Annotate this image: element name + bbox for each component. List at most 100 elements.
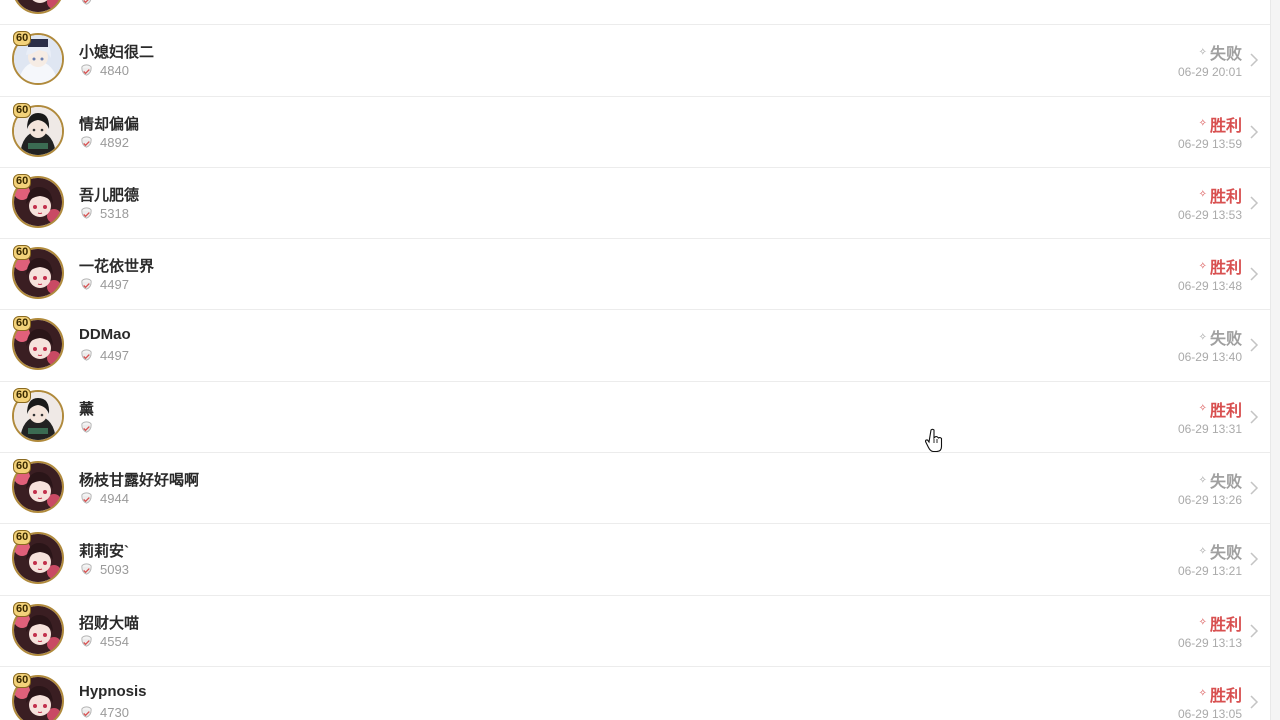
opponent-score: 4497 xyxy=(79,277,129,292)
match-list: 60 ✧ 60 小媳妇很二 4840 xyxy=(0,0,1271,720)
match-result: ✧ 胜利 xyxy=(1199,397,1242,421)
chevron-right-icon[interactable] xyxy=(1249,195,1259,211)
score-value: 4730 xyxy=(100,704,129,720)
match-row[interactable]: 60 薰 ✧ 胜利 06-29 13:31 xyxy=(0,382,1271,454)
trophy-cup-icon xyxy=(81,421,92,433)
diamond-icon: ✧ xyxy=(1198,331,1207,343)
result-label: 失败 xyxy=(1209,474,1242,492)
match-result: ✧ 胜利 xyxy=(1199,112,1242,136)
match-row[interactable]: 60 情却偏偏 4892 ✧ 胜利 06-29 13:59 xyxy=(0,97,1271,168)
trophy-cup-icon xyxy=(81,563,92,576)
opponent-name: 小媳妇很二 xyxy=(79,44,155,62)
chevron-right-icon[interactable] xyxy=(1249,337,1259,353)
match-row[interactable]: 60 一花依世界 4497 ✧ 胜利 06-29 13:48 xyxy=(0,239,1271,311)
match-result: ✧ 胜利 xyxy=(1199,183,1242,207)
match-time: 06-29 13:05 xyxy=(1177,706,1242,720)
result-label: 胜利 xyxy=(1209,402,1242,420)
trophy-cup-icon xyxy=(81,136,92,148)
match-result: ✧ 胜利 xyxy=(1199,254,1242,278)
trophy-cup-icon xyxy=(81,64,92,76)
score-value: 4944 xyxy=(100,491,129,507)
match-time: 06-29 13:53 xyxy=(1177,207,1242,222)
diamond-icon: ✧ xyxy=(1198,688,1207,700)
diamond-icon: ✧ xyxy=(1198,46,1207,58)
opponent-name: 莉莉安` xyxy=(79,543,129,561)
opponent-name: DDMao xyxy=(79,326,131,344)
diamond-icon: ✧ xyxy=(1198,189,1207,201)
diamond-icon: ✧ xyxy=(1198,545,1207,557)
diamond-icon: ✧ xyxy=(1198,474,1207,486)
chevron-right-icon[interactable] xyxy=(1249,480,1259,496)
match-row[interactable]: 60 Hypnosis 4730 ✧ 胜利 06-29 13:05 xyxy=(0,667,1271,720)
trophy-cup-icon xyxy=(81,0,92,5)
match-time: 06-29 13:21 xyxy=(1177,564,1242,579)
opponent-name: 一花依世界 xyxy=(79,258,155,276)
opponent-score: 4554 xyxy=(79,634,129,649)
match-result: ✧ 胜利 xyxy=(1199,682,1242,706)
match-row[interactable]: 60 莉莉安` 5093 ✧ 失败 06-29 13:21 xyxy=(0,524,1271,596)
match-row[interactable]: 60 招财大喵 4554 ✧ 胜利 06-29 13:13 xyxy=(0,596,1271,667)
level-badge: 60 xyxy=(13,31,32,47)
match-result: ✧ 失败 xyxy=(1199,468,1242,492)
level-badge: 60 xyxy=(13,387,32,403)
match-time: 06-29 20:01 xyxy=(1177,65,1242,80)
match-time: 06-29 13:48 xyxy=(1177,279,1242,294)
match-row[interactable]: 60 杨枝甘露好好喝啊 4944 ✧ 失败 06-29 13:26 xyxy=(0,453,1271,525)
level-badge: 60 xyxy=(13,601,32,617)
trophy-cup-icon xyxy=(81,635,92,647)
trophy-cup-icon xyxy=(81,706,92,718)
trophy-cup-icon xyxy=(81,349,92,362)
opponent-score: 4892 xyxy=(79,135,129,150)
score-value: 4554 xyxy=(100,633,129,649)
opponent-score: 4944 xyxy=(79,491,129,506)
opponent-name: 招财大喵 xyxy=(79,614,140,632)
scrollbar[interactable] xyxy=(1270,0,1280,720)
level-badge: 60 xyxy=(13,173,32,189)
diamond-icon: ✧ xyxy=(1198,260,1207,272)
score-value: 5093 xyxy=(100,562,129,578)
level-badge: 60 xyxy=(13,102,32,118)
match-row[interactable]: 60 吾儿肥德 5318 ✧ 胜利 06-29 13:53 xyxy=(0,168,1271,240)
chevron-right-icon[interactable] xyxy=(1249,409,1259,425)
chevron-right-icon[interactable] xyxy=(1249,52,1259,68)
trophy-cup-icon xyxy=(81,278,92,290)
result-label: 胜利 xyxy=(1209,616,1242,634)
match-time: 06-29 13:40 xyxy=(1177,350,1242,365)
level-badge: 60 xyxy=(13,672,32,688)
score-value: 4892 xyxy=(100,134,129,150)
match-result: ✧ 失败 xyxy=(1199,539,1242,563)
result-label: 胜利 xyxy=(1209,260,1242,278)
result-label: 失败 xyxy=(1209,545,1242,563)
opponent-score: 5318 xyxy=(79,206,129,221)
score-value: 5318 xyxy=(100,205,129,221)
opponent-name: 情却偏偏 xyxy=(79,115,140,133)
match-time: 06-29 13:26 xyxy=(1177,493,1242,508)
diamond-icon: ✧ xyxy=(1198,617,1207,629)
opponent-score xyxy=(79,0,100,7)
match-time: 06-29 13:59 xyxy=(1177,136,1242,151)
match-row[interactable]: 60 ✧ xyxy=(0,0,1271,26)
opponent-name: 杨枝甘露好好喝啊 xyxy=(79,472,200,490)
result-label: 胜利 xyxy=(1209,687,1242,705)
chevron-right-icon[interactable] xyxy=(1249,623,1259,639)
match-time: 06-29 13:31 xyxy=(1177,421,1242,436)
opponent-score: 5093 xyxy=(79,562,129,577)
level-badge: 60 xyxy=(13,245,32,261)
match-row[interactable]: 60 DDMao 4497 ✧ 失败 06-29 13:40 xyxy=(0,310,1271,382)
chevron-right-icon[interactable] xyxy=(1249,266,1259,282)
opponent-name: 薰 xyxy=(79,400,95,418)
chevron-right-icon[interactable] xyxy=(1249,551,1259,567)
score-value: 4497 xyxy=(100,348,129,364)
opponent-avatar xyxy=(12,0,64,14)
match-time: 06-29 13:13 xyxy=(1177,635,1242,650)
result-label: 失败 xyxy=(1209,331,1242,349)
diamond-icon: ✧ xyxy=(1198,403,1207,415)
level-badge: 60 xyxy=(13,316,32,332)
match-row[interactable]: 60 小媳妇很二 4840 ✧ 失败 06-29 20:01 xyxy=(0,25,1271,97)
level-badge: 60 xyxy=(13,530,32,546)
score-value: 4840 xyxy=(100,63,129,79)
opponent-score: 4497 xyxy=(79,348,129,363)
match-result: ✧ 失败 xyxy=(1199,40,1242,64)
chevron-right-icon[interactable] xyxy=(1249,694,1259,710)
chevron-right-icon[interactable] xyxy=(1249,124,1259,140)
